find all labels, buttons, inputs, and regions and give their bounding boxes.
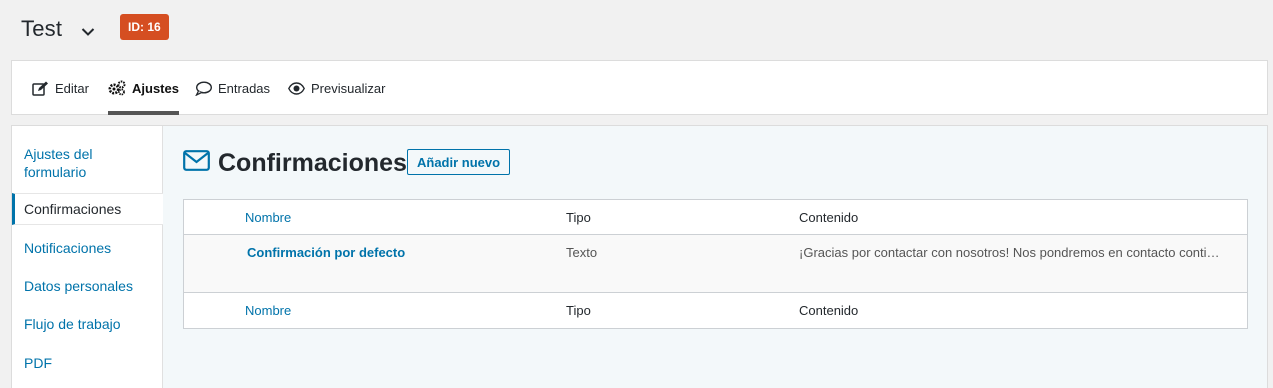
sidebar-item-personal-data[interactable]: Datos personales	[12, 277, 163, 295]
table-footer: Nombre Tipo Contenido	[184, 293, 1247, 328]
toolbar-settings-label: Ajustes	[132, 80, 179, 96]
active-tab-indicator	[108, 111, 179, 115]
toolbar-preview-label: Previsualizar	[311, 80, 386, 96]
row-content: ¡Gracias por contactar con nosotros! Nos…	[799, 245, 1220, 260]
page-heading: Confirmaciones	[183, 148, 407, 178]
row-name-link[interactable]: Confirmación por defecto	[247, 235, 405, 270]
toolbar-entries[interactable]: Entradas	[195, 61, 270, 115]
page-title: Confirmaciones	[218, 148, 407, 177]
form-header: Test	[21, 14, 96, 44]
column-footer-content: Contenido	[799, 303, 859, 318]
edit-icon	[32, 81, 49, 96]
table-header: Nombre Tipo Contenido	[184, 200, 1247, 235]
column-footer-type: Tipo	[566, 303, 591, 318]
eye-icon	[288, 81, 305, 95]
confirmations-table: Nombre Tipo Contenido Confirmación por d…	[183, 199, 1248, 329]
main-content: Confirmaciones Añadir nuevo Nombre Tipo …	[163, 126, 1267, 388]
add-new-button[interactable]: Añadir nuevo	[407, 149, 511, 175]
toolbar-edit-label: Editar	[55, 80, 89, 96]
sidebar-item-workflow[interactable]: Flujo de trabajo	[12, 315, 163, 333]
form-switcher-chevron-icon[interactable]	[80, 24, 96, 40]
column-header-content: Contenido	[799, 210, 859, 225]
form-id-badge: ID: 16	[120, 14, 169, 40]
settings-sidebar: Ajustes del formulario Confirmaciones No…	[12, 126, 163, 388]
sidebar-item-confirmations[interactable]: Confirmaciones	[12, 193, 163, 225]
column-header-type: Tipo	[566, 210, 591, 225]
form-title: Test	[21, 16, 63, 41]
row-type: Texto	[566, 245, 598, 260]
toolbar-settings[interactable]: Ajustes	[108, 61, 179, 115]
sidebar-item-form-settings[interactable]: Ajustes del formulario	[12, 145, 122, 181]
column-header-name[interactable]: Nombre	[245, 200, 291, 235]
sidebar-item-pdf[interactable]: PDF	[12, 354, 163, 372]
settings-panel: Ajustes del formulario Confirmaciones No…	[11, 125, 1268, 388]
toolbar-preview[interactable]: Previsualizar	[288, 61, 385, 115]
toolbar-edit[interactable]: Editar	[32, 61, 89, 115]
form-toolbar: Editar Ajustes Entradas Previsualizar	[11, 60, 1268, 115]
gears-icon	[108, 80, 126, 96]
table-row: Confirmación por defecto Texto ¡Gracias …	[184, 235, 1247, 293]
sidebar-item-notifications[interactable]: Notificaciones	[12, 239, 163, 257]
toolbar-entries-label: Entradas	[218, 80, 271, 96]
comment-icon	[195, 81, 212, 96]
column-footer-name[interactable]: Nombre	[245, 293, 291, 328]
envelope-icon	[183, 150, 210, 176]
